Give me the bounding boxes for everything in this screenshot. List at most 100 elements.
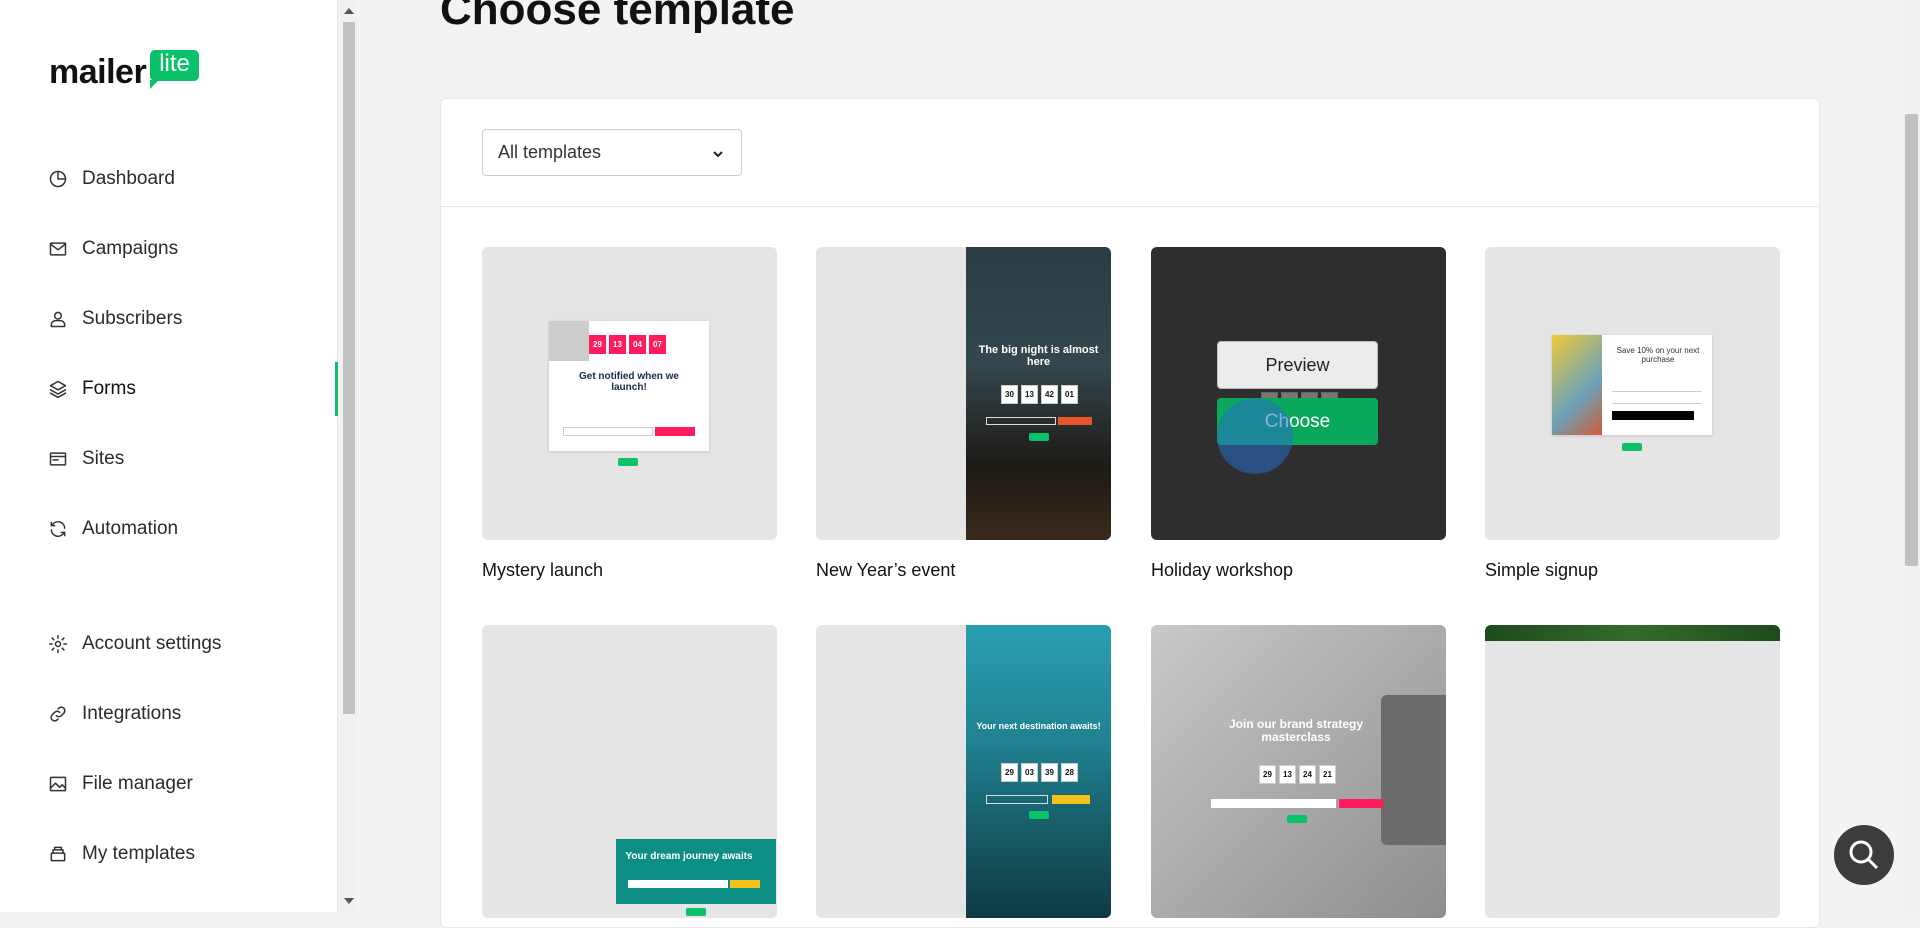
template-name: Simple signup <box>1485 560 1599 580</box>
countdown-digit: 29 <box>589 335 606 354</box>
sidebar-item-subscribers[interactable]: Subscribers <box>0 296 338 342</box>
template-name: Holiday workshop <box>1151 560 1294 580</box>
main-scrollbar-thumb[interactable] <box>1905 114 1918 566</box>
preview-submit <box>1612 411 1694 420</box>
sidebar-item-my-templates[interactable]: My templates <box>0 831 338 877</box>
template-card-dream-journey[interactable]: Your dream journey awaits <box>482 625 777 918</box>
sidebar-item-dashboard[interactable]: Dashboard <box>0 156 338 202</box>
preview-headline: Get notified when we launch! <box>578 371 679 393</box>
sidebar-item-label: Sites <box>82 448 125 469</box>
mailerlite-badge <box>686 908 706 916</box>
preview-email-field <box>986 795 1048 804</box>
preview-email-field <box>986 417 1056 425</box>
countdown-digit: 03 <box>1021 763 1038 782</box>
sidebar-item-label: Integrations <box>82 703 182 724</box>
template-card-new-years-event[interactable]: The big night is almost here 30 13 42 01… <box>816 247 1111 581</box>
sidebar-item-forms[interactable]: Forms <box>0 366 338 412</box>
countdown-digit: 21 <box>1319 765 1336 784</box>
image-icon <box>49 776 67 792</box>
template-thumbnail[interactable]: Your next destination awaits! 29 03 39 2… <box>816 625 1111 918</box>
countdown-digit: 04 <box>629 335 646 354</box>
preview-headline: The big night is almost here <box>978 344 1099 369</box>
sidebar-item-label: My templates <box>82 843 195 864</box>
template-name: New Year’s event <box>816 560 956 580</box>
search-icon <box>1849 840 1879 870</box>
template-thumbnail[interactable] <box>1485 625 1780 918</box>
template-thumbnail[interactable]: The big night is almost here 30 13 42 01 <box>816 247 1111 540</box>
sidebar-item-campaigns[interactable]: Campaigns <box>0 226 338 272</box>
countdown-digit: 29 <box>1001 763 1018 782</box>
template-thumbnail[interactable]: 29 13 04 07 Get notified when we launch! <box>482 247 777 540</box>
mailerlite-logo[interactable]: mailer lite <box>49 50 199 89</box>
templates-panel: All templates 29 13 04 07 Get notified w… <box>440 98 1820 928</box>
preview-photo <box>1485 625 1780 641</box>
user-icon <box>50 311 66 328</box>
template-preview-popup: 29 13 04 07 Get notified when we launch! <box>549 321 709 451</box>
mailerlite-badge <box>1029 433 1049 441</box>
countdown-digit: 13 <box>1021 385 1038 404</box>
countdown: 29 13 04 07 <box>589 335 666 354</box>
preview-image <box>1552 335 1602 435</box>
preview-headline: Your next destination awaits! <box>976 721 1101 731</box>
template-thumbnail[interactable]: Your dream journey awaits <box>482 625 777 918</box>
scroll-down-arrow-icon[interactable] <box>344 898 354 904</box>
countdown-digit: 28 <box>1061 763 1078 782</box>
preview-banner: Your dream journey awaits <box>616 839 776 904</box>
link-icon <box>50 706 66 722</box>
countdown: 29 03 39 28 <box>1001 763 1078 782</box>
template-card-mystery-launch[interactable]: 29 13 04 07 Get notified when we launch!… <box>482 247 777 581</box>
stack-icon <box>50 846 66 862</box>
sidebar-item-label: File manager <box>82 773 193 794</box>
chevron-down-icon <box>713 151 723 158</box>
template-thumbnail[interactable]: 29 13 24 48 Preview Choose <box>1151 247 1446 540</box>
logo-badge: lite <box>150 50 199 89</box>
mailerlite-badge <box>1622 443 1642 451</box>
mailerlite-badge <box>1287 815 1307 823</box>
filter-row: All templates <box>441 99 1819 207</box>
countdown-digit: 29 <box>1259 765 1276 784</box>
countdown-digit: 13 <box>1279 765 1296 784</box>
sidebar-item-integrations[interactable]: Integrations <box>0 691 338 737</box>
template-card-simple-signup[interactable]: Save 10% on your next purchase Simple si… <box>1485 247 1780 581</box>
preview-field <box>1612 385 1702 392</box>
refresh-icon <box>50 520 66 538</box>
sidebar-item-file-manager[interactable]: File manager <box>0 761 338 807</box>
template-card-forest[interactable] <box>1485 625 1780 918</box>
active-indicator <box>335 362 338 416</box>
countdown-digit: 07 <box>649 335 666 354</box>
countdown-digit: 42 <box>1041 385 1058 404</box>
preview-email-field <box>628 880 728 888</box>
template-card-holiday-workshop[interactable]: 29 13 24 48 Preview Choose Holiday works… <box>1151 247 1446 581</box>
countdown-digit: 30 <box>1001 385 1018 404</box>
sidebar-item-label: Forms <box>82 378 136 399</box>
sidebar-item-sites[interactable]: Sites <box>0 436 338 482</box>
scroll-up-arrow-icon[interactable] <box>344 8 354 14</box>
sidebar-item-automation[interactable]: Automation <box>0 506 338 552</box>
help-search-button[interactable] <box>1834 825 1894 885</box>
sidebar-item-account-settings[interactable]: Account settings <box>0 621 338 667</box>
logo-word: mailer <box>49 53 147 91</box>
click-indicator <box>1217 398 1293 474</box>
gear-icon <box>48 634 68 654</box>
template-filter-select[interactable]: All templates <box>482 129 742 176</box>
preview-email-field <box>1211 799 1336 808</box>
countdown: 29 13 24 21 <box>1259 765 1336 784</box>
countdown-digit: 39 <box>1041 763 1058 782</box>
template-thumbnail[interactable]: Save 10% on your next purchase <box>1485 247 1780 540</box>
preview-headline: Save 10% on your next purchase <box>1616 346 1700 364</box>
sidebar: mailer lite Dashboard Campaigns Subscrib… <box>0 0 338 912</box>
preview-image <box>549 321 589 361</box>
mail-icon <box>49 242 67 256</box>
template-thumbnail[interactable]: Join our brand strategy masterclass 29 1… <box>1151 625 1446 918</box>
preview-button[interactable]: Preview <box>1217 341 1378 389</box>
template-card-next-destination[interactable]: Your next destination awaits! 29 03 39 2… <box>816 625 1111 918</box>
preview-email-field <box>563 427 653 436</box>
sidebar-scrollbar-thumb[interactable] <box>343 22 355 714</box>
template-card-brand-masterclass[interactable]: Join our brand strategy masterclass 29 1… <box>1151 625 1446 918</box>
preview-headline: Your dream journey awaits <box>625 851 753 862</box>
preview-submit <box>1052 795 1090 804</box>
countdown-digit: 13 <box>609 335 626 354</box>
layers-icon <box>49 380 67 399</box>
template-filter-value: All templates <box>498 142 602 162</box>
preview-submit <box>730 880 760 888</box>
